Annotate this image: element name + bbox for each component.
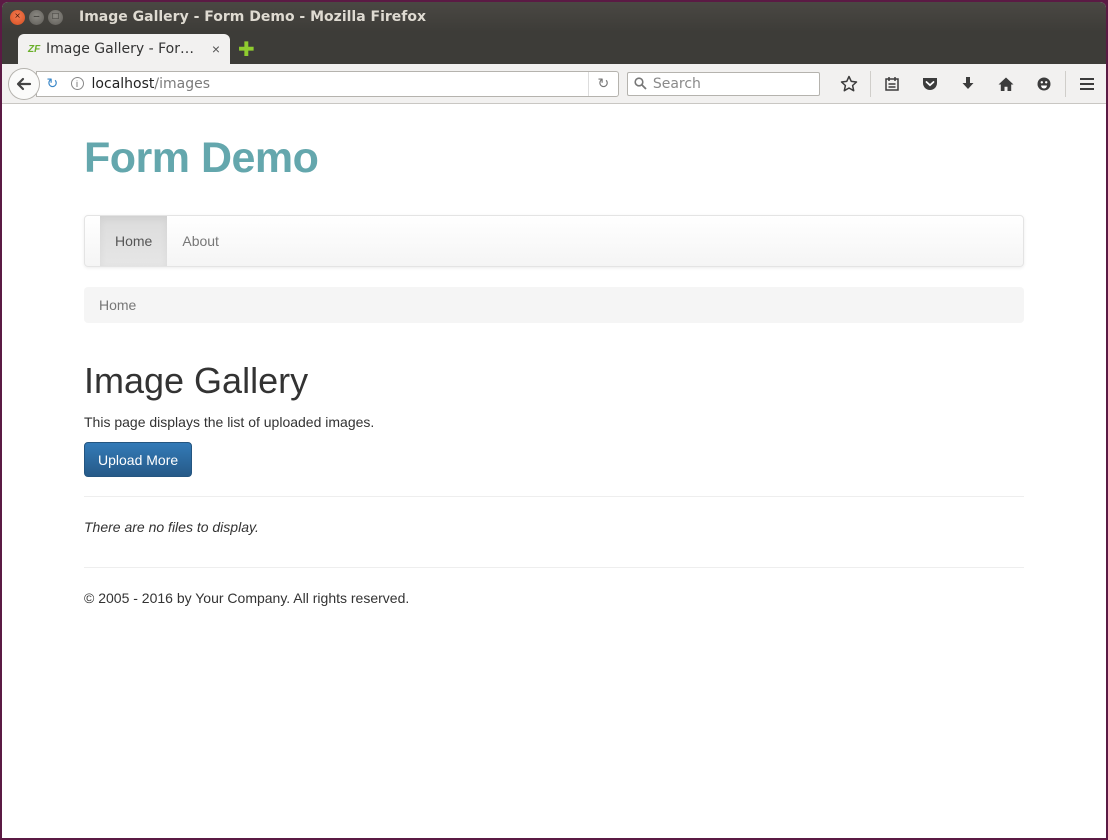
reload-icon[interactable]: ↻ [587, 71, 618, 96]
home-icon[interactable] [987, 70, 1025, 98]
search-placeholder: Search [652, 75, 701, 92]
toolbar-separator [870, 70, 871, 97]
window-maximize-button[interactable]: □ [48, 9, 63, 25]
emoji-icon[interactable] [1025, 70, 1063, 98]
page-content: Form Demo Home About Home Image Gallery … [2, 104, 1106, 838]
page-title: Image Gallery [84, 360, 309, 401]
breadcrumb: Home [84, 287, 1024, 323]
tab-close-icon[interactable]: × [212, 41, 220, 57]
pocket-icon[interactable] [911, 70, 949, 98]
browser-window: × – □ Image Gallery - Form Demo - Mozill… [2, 2, 1106, 838]
breadcrumb-home: Home [99, 297, 137, 313]
bookmark-star-icon[interactable] [830, 70, 868, 98]
window-title: Image Gallery - Form Demo - Mozilla Fire… [79, 9, 427, 25]
arrow-left-icon [16, 77, 31, 90]
footer-copyright: © 2005 - 2016 by Your Company. All right… [84, 590, 410, 606]
url-path: /images [154, 75, 211, 92]
divider [84, 567, 1024, 568]
back-button[interactable] [8, 67, 40, 100]
new-tab-icon[interactable]: ✚ [238, 37, 255, 62]
empty-files-message: There are no files to display. [84, 519, 259, 535]
tab-label: Image Gallery - For… [46, 41, 194, 57]
search-icon [634, 77, 647, 90]
nav-item-home[interactable]: Home [100, 216, 168, 266]
title-bar: × – □ Image Gallery - Form Demo - Mozill… [2, 2, 1106, 32]
toolbar-icons [830, 70, 1106, 98]
search-input[interactable]: Search [626, 71, 820, 96]
divider [84, 496, 1024, 497]
site-navbar: Home About [84, 215, 1024, 267]
window-minimize-button[interactable]: – [29, 9, 44, 25]
zf-favicon-icon: ZF [28, 43, 41, 55]
nav-item-about[interactable]: About [167, 216, 234, 266]
toolbar-separator [1065, 70, 1066, 97]
window-close-button[interactable]: × [10, 9, 25, 25]
site-brand[interactable]: Form Demo [84, 134, 319, 183]
browser-toolbar: ↻ i localhost /images ↻ Search [2, 64, 1106, 104]
menu-icon[interactable] [1068, 70, 1106, 98]
download-icon[interactable] [949, 70, 987, 98]
site-info-icon[interactable]: i [70, 77, 84, 90]
tab-image-gallery[interactable]: ZF Image Gallery - For… × [18, 34, 230, 64]
url-bar[interactable]: ↻ i localhost /images ↻ [35, 70, 619, 97]
reader-list-icon[interactable] [873, 70, 911, 98]
upload-more-button[interactable]: Upload More [84, 442, 193, 477]
url-host: localhost [91, 75, 155, 92]
forward-reload-icon[interactable]: ↻ [47, 75, 65, 92]
tab-strip: ZF Image Gallery - For… × ✚ [2, 32, 1106, 64]
page-description: This page displays the list of uploaded … [84, 414, 375, 430]
